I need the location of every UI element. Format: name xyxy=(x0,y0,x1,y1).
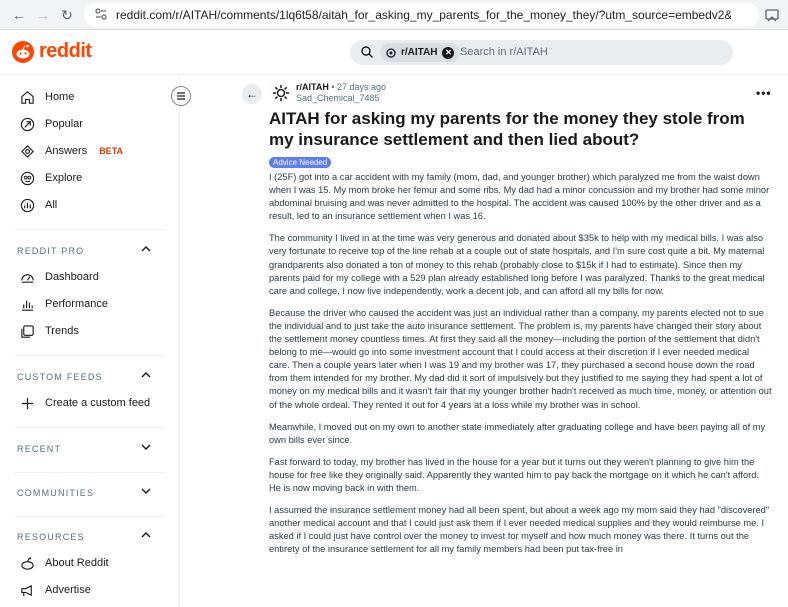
post-meta: r/AITAH • 27 days ago Sad_Chemical_7485 xyxy=(296,82,386,104)
section-title-reddit-pro: REDDIT PRO xyxy=(17,246,85,256)
post-paragraph: I assumed the insurance settlement money… xyxy=(269,505,770,555)
snoo-icon xyxy=(12,40,34,63)
sidebar-item-trends[interactable]: Trends xyxy=(20,321,79,341)
divider xyxy=(15,472,165,473)
sidebar-item-label: About Reddit xyxy=(45,557,109,569)
all-icon xyxy=(20,198,35,212)
sidebar-item-label: Performance xyxy=(45,298,108,310)
cast-icon[interactable] xyxy=(764,7,780,23)
url-text: reddit.com/r/AITAH/comments/1lq6t58/aita… xyxy=(116,8,731,22)
sidebar-item-home[interactable]: Home xyxy=(20,87,74,107)
section-title-communities: COMMUNITIES xyxy=(17,488,95,498)
sidebar-item-label: Popular xyxy=(45,118,83,130)
about-icon xyxy=(21,556,34,570)
subreddit-chip-icon xyxy=(386,47,396,58)
chevron-down-icon[interactable] xyxy=(140,485,152,497)
create-custom-feed-button[interactable]: Create a custom feed xyxy=(20,393,150,413)
chip-label: r/AITAH xyxy=(401,47,438,58)
post-title: AITAH for asking my parents for the mone… xyxy=(269,109,745,149)
performance-icon xyxy=(21,300,34,311)
section-title-custom-feeds: CUSTOM FEEDS xyxy=(17,372,103,382)
author-link[interactable]: Sad_Chemical_7485 xyxy=(296,93,386,104)
subreddit-avatar[interactable] xyxy=(272,84,290,102)
sidebar-item-label: Advertise xyxy=(45,584,91,596)
sidebar-item-label: Home xyxy=(45,91,75,103)
logo-text: reddit xyxy=(39,40,92,62)
sidebar-item-label: All xyxy=(45,199,58,211)
create-feed-label: Create a custom feed xyxy=(45,397,151,409)
browser-toolbar: ← → ↻ reddit.com/r/AITAH/comments/1lq6t5… xyxy=(0,0,788,30)
search-input[interactable]: Search in r/AITAH xyxy=(460,46,548,58)
post-flair[interactable]: Advice Needed xyxy=(269,157,332,168)
chevron-up-icon[interactable] xyxy=(140,369,152,381)
sidebar-item-advertise[interactable]: Advertise xyxy=(20,580,91,600)
reddit-logo[interactable]: reddit xyxy=(12,40,92,63)
back-arrow-icon: ← xyxy=(246,87,258,101)
chevron-up-icon[interactable] xyxy=(140,243,152,255)
chevron-down-icon[interactable] xyxy=(140,441,152,453)
hamburger-icon xyxy=(177,92,185,100)
post-paragraph: I (25F) got into a car accident with my … xyxy=(269,172,770,222)
search-bar[interactable]: r/AITAH ✕ Search in r/AITAH xyxy=(350,40,733,65)
sidebar-item-label: Trends xyxy=(45,325,79,337)
sidebar-item-label: Answers xyxy=(45,145,88,157)
forward-arrow-icon[interactable]: → xyxy=(34,6,52,24)
divider xyxy=(15,229,165,230)
sidebar-item-label: Explore xyxy=(45,172,83,184)
back-arrow-icon[interactable]: ← xyxy=(10,6,28,24)
beta-badge: BETA xyxy=(99,146,124,156)
home-icon xyxy=(21,90,34,104)
post-time: • 27 days ago xyxy=(331,82,387,92)
answers-icon xyxy=(21,144,34,158)
clear-chip-icon[interactable]: ✕ xyxy=(442,46,455,59)
address-bar[interactable]: reddit.com/r/AITAH/comments/1lq6t58/aita… xyxy=(84,3,759,27)
sidebar-item-label: Dashboard xyxy=(45,271,99,283)
chevron-up-icon[interactable] xyxy=(140,529,152,541)
search-icon xyxy=(361,46,373,58)
sidebar-item-answers[interactable]: Answers BETA xyxy=(20,141,123,161)
sidebar-item-performance[interactable]: Performance xyxy=(20,294,108,314)
sidebar-item-all[interactable]: All xyxy=(20,195,57,215)
site-header: reddit r/AITAH ✕ Search in r/AITAH xyxy=(0,30,788,75)
post-body: I (25F) got into a car accident with my … xyxy=(269,171,772,565)
section-title-resources: RESOURCES xyxy=(17,532,85,542)
sidebar-item-explore[interactable]: Explore xyxy=(20,168,82,188)
divider xyxy=(15,427,165,428)
left-sidebar: Home Popular Answers BETA Explore All RE… xyxy=(0,75,180,607)
section-title-recent: RECENT xyxy=(17,444,62,454)
subreddit-link[interactable]: r/AITAH xyxy=(296,82,329,92)
subreddit-filter-chip[interactable]: r/AITAH ✕ xyxy=(380,43,461,62)
site-controls-icon[interactable] xyxy=(94,7,108,21)
post-paragraph: Because the driver who caused the accide… xyxy=(269,307,772,410)
trends-icon xyxy=(21,324,34,338)
collapse-sidebar-button[interactable] xyxy=(171,86,191,106)
dashboard-icon xyxy=(21,273,34,283)
sidebar-item-about-reddit[interactable]: About Reddit xyxy=(20,553,109,573)
plus-icon xyxy=(21,397,34,409)
sidebar-item-dashboard[interactable]: Dashboard xyxy=(20,267,99,287)
sidebar-item-popular[interactable]: Popular xyxy=(20,114,83,134)
explore-icon xyxy=(20,171,35,185)
reload-icon[interactable]: ↻ xyxy=(58,6,76,24)
divider xyxy=(15,516,165,517)
divider xyxy=(15,355,165,356)
advertise-icon xyxy=(21,584,32,596)
popular-icon xyxy=(20,117,35,131)
post-paragraph: Meanwhile, I moved out on my own to anot… xyxy=(269,421,766,445)
post-paragraph: The community I lived in at the time was… xyxy=(269,233,765,296)
back-button[interactable]: ← xyxy=(242,84,262,104)
more-options-icon[interactable]: ••• xyxy=(756,86,772,100)
post-paragraph: Fast forward to today, my brother has li… xyxy=(269,456,759,493)
